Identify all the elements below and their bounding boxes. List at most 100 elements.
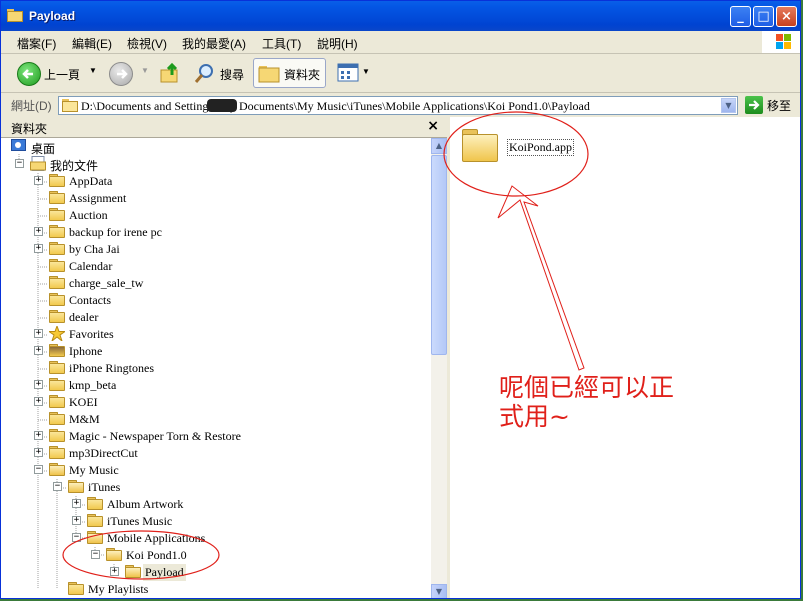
tree-item-backup[interactable]: + backup for irene pc	[1, 223, 431, 240]
forward-dropdown-icon[interactable]: ▼	[141, 66, 149, 75]
expand-icon[interactable]: +	[34, 431, 43, 440]
open-folder-icon	[49, 463, 65, 476]
minimize-button[interactable]: _	[730, 6, 751, 27]
address-input[interactable]: D:\Documents and Settings\ My Documents\…	[58, 96, 738, 115]
tree-item-dealer[interactable]: dealer	[1, 308, 431, 325]
tree-item-my-documents[interactable]: − 我的文件	[1, 155, 431, 173]
tree-scrollbar[interactable]: ▲ ▼	[431, 138, 447, 598]
scroll-up-icon[interactable]: ▲	[431, 138, 447, 154]
collapse-icon[interactable]: −	[72, 533, 81, 542]
scroll-thumb[interactable]	[431, 155, 447, 355]
tree-item-assignment[interactable]: Assignment	[1, 189, 431, 206]
tree-item-mobile-applications[interactable]: − Mobile Applications	[1, 529, 431, 546]
documents-icon	[30, 156, 46, 171]
forward-arrow-icon[interactable]	[109, 62, 133, 86]
folders-button-label: 資料夾	[284, 68, 321, 82]
collapse-icon[interactable]: −	[91, 550, 100, 559]
up-folder-icon[interactable]	[158, 61, 182, 85]
tree-item-koi-pond[interactable]: − Koi Pond1.0	[1, 546, 431, 563]
menu-file[interactable]: 檔案(F)	[17, 35, 56, 52]
collapse-icon[interactable]: −	[53, 482, 62, 491]
tree-item-itunes-music[interactable]: + iTunes Music	[1, 512, 431, 529]
explorer-window: Payload _ □ × 檔案(F) 編輯(E) 檢視(V) 我的最愛(A) …	[0, 0, 801, 599]
folder-icon	[49, 293, 65, 306]
expand-icon[interactable]: +	[34, 227, 43, 236]
tree-item-appdata[interactable]: + AppData	[1, 172, 431, 189]
tree-item-iphone[interactable]: + Iphone	[1, 342, 431, 359]
menu-edit[interactable]: 編輯(E)	[72, 35, 112, 52]
views-icon[interactable]	[337, 63, 359, 83]
tree-item-favorites[interactable]: + Favorites	[1, 324, 431, 343]
menu-help[interactable]: 說明(H)	[317, 35, 358, 52]
tree-item-mp3directcut[interactable]: + mp3DirectCut	[1, 444, 431, 461]
tree-item-calendar[interactable]: Calendar	[1, 257, 431, 274]
tree-item-m-and-m[interactable]: M&M	[1, 410, 431, 427]
tree-item-desktop[interactable]: 桌面	[1, 138, 431, 156]
expand-icon[interactable]: +	[72, 499, 81, 508]
go-button-label[interactable]: 移至	[767, 97, 791, 114]
go-arrow-icon[interactable]	[745, 96, 763, 114]
tree-item-charge-sale[interactable]: charge_sale_tw	[1, 274, 431, 291]
tree-item-kmp-beta[interactable]: + kmp_beta	[1, 376, 431, 393]
search-icon[interactable]	[193, 62, 217, 86]
tree-item-contacts[interactable]: Contacts	[1, 291, 431, 308]
folder-icon	[49, 429, 65, 442]
folder-icon[interactable]	[462, 129, 498, 163]
expand-icon[interactable]: +	[34, 244, 43, 253]
tree-item-my-playlists[interactable]: My Playlists	[1, 580, 431, 597]
tree-item-payload[interactable]: + Payload	[1, 563, 431, 581]
folder-icon	[7, 9, 23, 22]
back-button-label[interactable]: 上一頁	[44, 66, 80, 83]
expand-icon[interactable]: +	[34, 380, 43, 389]
folders-button[interactable]: 資料夾	[253, 58, 326, 88]
expand-icon[interactable]: +	[34, 329, 43, 338]
menu-view[interactable]: 檢視(V)	[127, 35, 167, 52]
folder-icon	[49, 344, 65, 357]
toolbar: 上一頁 ▼ ▼ 搜尋 資料夾 ▼	[1, 54, 800, 93]
tree-item-magic[interactable]: + Magic - Newspaper Torn & Restore	[1, 427, 431, 444]
folder-icon	[49, 361, 65, 374]
tree-item-my-music[interactable]: − My Music	[1, 461, 431, 478]
collapse-icon[interactable]: −	[15, 159, 24, 168]
tree-item-iphone-ringtones[interactable]: iPhone Ringtones	[1, 359, 431, 376]
open-folder-icon	[87, 531, 103, 544]
close-button[interactable]: ×	[776, 6, 797, 27]
tree-item-auction[interactable]: Auction	[1, 206, 431, 223]
folder-icon	[87, 514, 103, 527]
maximize-button[interactable]: □	[753, 6, 774, 27]
search-button-label[interactable]: 搜尋	[220, 66, 244, 83]
folder-icon	[49, 378, 65, 391]
expand-icon[interactable]: +	[34, 397, 43, 406]
folder-tree: 桌面 − 我的文件 + AppData Assignment Auction +…	[1, 138, 431, 598]
folder-icon	[87, 497, 103, 510]
expand-icon[interactable]: +	[34, 448, 43, 457]
expand-icon[interactable]: +	[72, 516, 81, 525]
folder-icon	[68, 582, 84, 595]
back-dropdown-icon[interactable]: ▼	[89, 66, 97, 75]
tree-item-itunes[interactable]: − iTunes	[1, 478, 431, 495]
tree-item-koei[interactable]: + KOEI	[1, 393, 431, 410]
menu-favorites[interactable]: 我的最愛(A)	[182, 35, 246, 52]
expand-icon[interactable]: +	[110, 567, 119, 576]
folder-icon	[62, 99, 78, 112]
folder-icon	[49, 412, 65, 425]
back-arrow-icon[interactable]	[17, 62, 41, 86]
address-label: 網址(D)	[11, 99, 52, 113]
folder-icon	[49, 208, 65, 221]
open-folder-icon	[68, 480, 84, 493]
koipond-app-item[interactable]: KoiPond.app	[507, 139, 574, 156]
views-dropdown-icon[interactable]: ▼	[362, 67, 370, 76]
title-bar[interactable]: Payload _ □ ×	[1, 1, 800, 31]
expand-icon[interactable]: +	[34, 176, 43, 185]
folder-icon	[49, 225, 65, 238]
address-dropdown-icon[interactable]: ▼	[721, 98, 736, 113]
folder-icon	[49, 174, 65, 187]
folder-icon	[49, 446, 65, 459]
collapse-icon[interactable]: −	[34, 465, 43, 474]
tree-item-by-cha-jai[interactable]: + by Cha Jai	[1, 240, 431, 257]
menu-tools[interactable]: 工具(T)	[262, 35, 301, 52]
scroll-down-icon[interactable]: ▼	[431, 584, 447, 598]
tree-item-album-artwork[interactable]: + Album Artwork	[1, 495, 431, 512]
expand-icon[interactable]: +	[34, 346, 43, 355]
folder-pane-close-icon[interactable]: ×	[427, 118, 439, 134]
